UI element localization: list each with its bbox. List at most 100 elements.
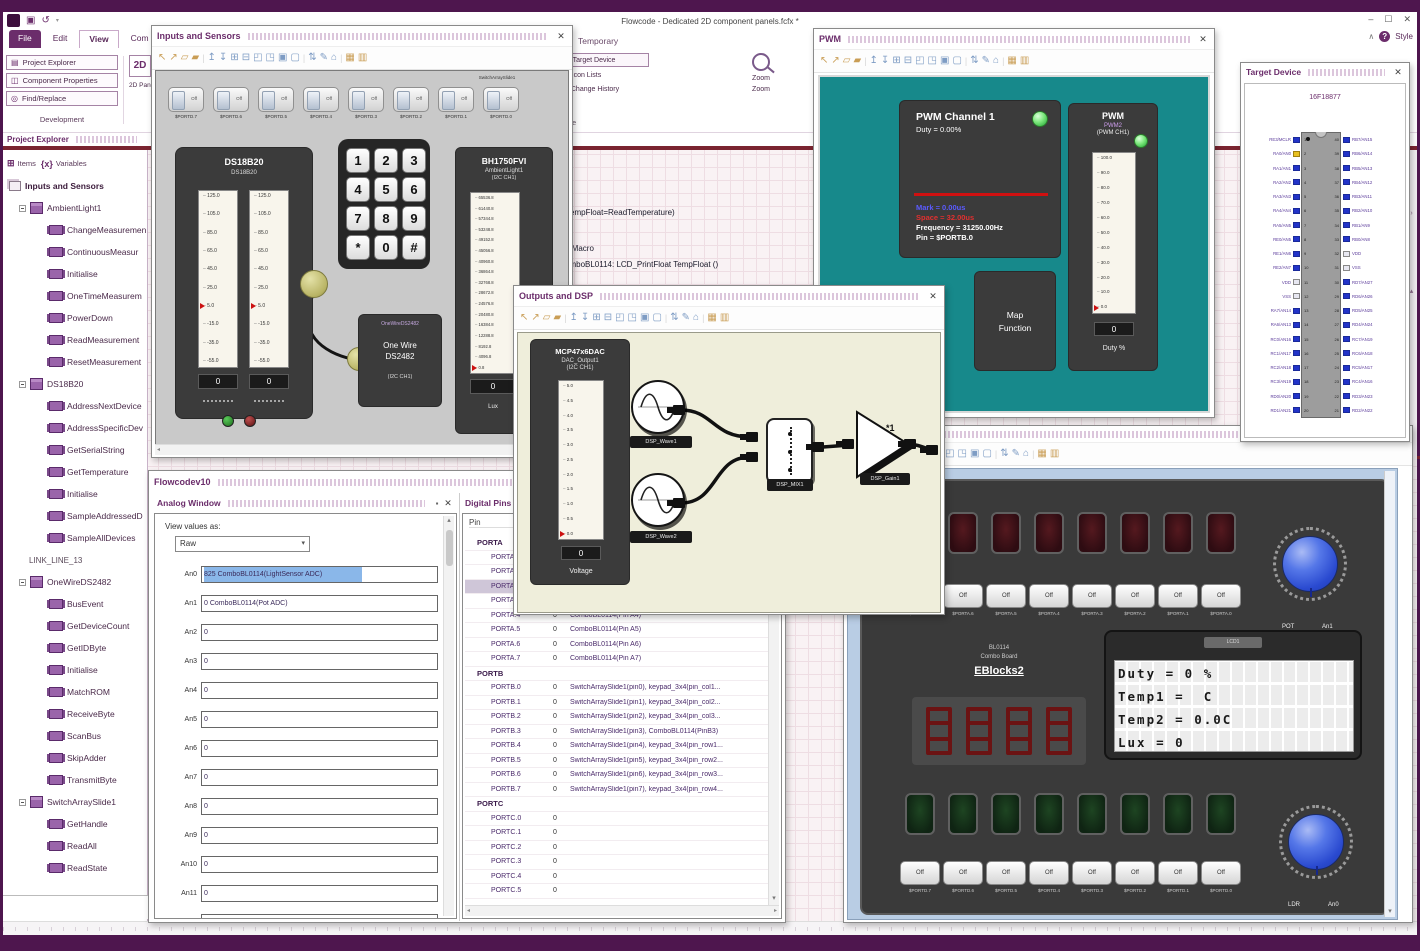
tree-item[interactable]: ReceiveByte [5, 703, 147, 725]
toolbar-icon[interactable]: | [702, 313, 704, 323]
toolbar-icon[interactable]: ◰ [945, 449, 954, 459]
toolbar-icon[interactable]: ⊟ [242, 53, 250, 63]
toolbar-icon[interactable]: ⊞ [230, 53, 238, 63]
tree-item[interactable]: ReadState [5, 857, 147, 879]
slide-switch[interactable]: Off [438, 87, 474, 112]
off-button[interactable]: Off [1201, 861, 1241, 885]
tree-item[interactable]: ReadMeasurement [5, 329, 147, 351]
tree-item[interactable]: SampleAddressedD [5, 505, 147, 527]
expand-icon[interactable] [19, 204, 26, 212]
toolbar-icon[interactable]: ⌂ [1023, 449, 1029, 459]
tree-item[interactable]: GetTemperature [5, 461, 147, 483]
run-indicator-icon[interactable] [222, 415, 234, 427]
zoom-dropdown[interactable]: Zoom [741, 75, 781, 82]
chip-pin[interactable]: 35 RB2/AN10 [1332, 207, 1406, 214]
digital-pin-row[interactable]: PORTB.6 0 SwitchArraySlide1(pin6), keypa… [465, 768, 768, 783]
toolbar-icon[interactable]: ⇅ [1000, 449, 1008, 459]
off-button[interactable]: Off [1201, 584, 1241, 608]
digital-pin-row[interactable]: PORTC.5 0 [465, 884, 768, 899]
toolbar-icon[interactable]: | [665, 313, 667, 323]
digital-pin-row[interactable]: PORTB.7 0 SwitchArraySlide1(pin7), keypa… [465, 783, 768, 797]
tree-item[interactable]: ContinuousMeasur [5, 241, 147, 263]
keypad-key[interactable]: 9 [402, 206, 426, 231]
chip-pin[interactable]: RC3/AN19 18 [1247, 378, 1311, 385]
off-button[interactable]: Off [1029, 584, 1069, 608]
keypad-key[interactable]: 1 [346, 148, 370, 173]
chip-pin[interactable]: RA2/AN2 4 [1247, 179, 1311, 186]
toolbar-icon[interactable]: ▥ [1020, 56, 1029, 66]
keypad-key[interactable]: 6 [402, 177, 426, 202]
toolbar-icon[interactable]: ▣ [278, 53, 287, 63]
analog-value-field[interactable]: 0 [201, 914, 438, 918]
toolbar-icon[interactable]: ▦ [707, 313, 716, 323]
tree-item[interactable]: GetSerialString [5, 439, 147, 461]
toolbar-icon[interactable]: ⇅ [670, 313, 678, 323]
close-icon[interactable]: ✕ [1197, 34, 1209, 45]
digital-pin-row[interactable]: PORTB.4 0 SwitchArraySlide1(pin4), keypa… [465, 739, 768, 754]
digital-pin-row[interactable]: PORTC [465, 797, 768, 812]
collapse-ribbon-icon[interactable]: ∧ [1368, 32, 1374, 41]
digital-pin-row[interactable]: PORTB.0 0 SwitchArraySlide1(pin0), keypa… [465, 681, 768, 696]
toolbar-icon[interactable]: ◳ [928, 56, 937, 66]
toolbar-icon[interactable]: ⇅ [970, 56, 978, 66]
chip-pin[interactable]: 38 RB5/AN13 [1332, 165, 1406, 172]
digital-pin-row[interactable]: PORTA.6 0 ComboBL0114(Pin A6) [465, 638, 768, 652]
tree-item[interactable]: MatchROM [5, 681, 147, 703]
ribbon-tab[interactable]: File [9, 30, 41, 48]
keypad-key[interactable]: 3 [402, 148, 426, 173]
keypad-key[interactable]: 0 [374, 235, 398, 260]
style-button[interactable]: Style [1395, 32, 1413, 41]
slide-switch[interactable]: Off [168, 87, 204, 112]
tree-item[interactable]: GetDeviceCount [5, 615, 147, 637]
chip-pin[interactable]: RC1/AN17 16 [1247, 350, 1311, 357]
off-button[interactable]: Off [1158, 861, 1198, 885]
tree-item[interactable]: ChangeMeasuremen [5, 219, 147, 241]
tree-item[interactable]: GetHandle [5, 813, 147, 835]
tree-item[interactable]: LINK_LINE_13 [5, 549, 147, 571]
scale-marker[interactable] [560, 531, 565, 537]
keypad-key[interactable]: 8 [374, 206, 398, 231]
tree-item[interactable]: SkipAdder [5, 747, 147, 769]
toolbar-icon[interactable]: ⊞ [892, 56, 900, 66]
off-button[interactable]: Off [943, 584, 983, 608]
zoom-icon[interactable] [752, 53, 770, 71]
toolbar-icon[interactable]: ▱ [843, 56, 851, 66]
analog-titlebar[interactable]: Analog Window ▪ ✕ [152, 493, 459, 513]
toolbar-icon[interactable]: | [1002, 56, 1004, 66]
toolbar-icon[interactable]: ▢ [952, 56, 961, 66]
panels-2d-button[interactable]: 2D [129, 55, 151, 77]
digital-pin-row[interactable]: PORTB.1 0 SwitchArraySlide1(pin1), keypa… [465, 696, 768, 710]
toolbar-icon[interactable]: ▢ [982, 449, 991, 459]
chip-pin[interactable]: 37 RB4/AN12 [1332, 179, 1406, 186]
analog-value-field[interactable]: 0 [201, 711, 438, 728]
minimize-button[interactable]: – [1368, 14, 1373, 25]
off-button[interactable]: Off [943, 861, 983, 885]
digital-pin-row[interactable]: PORTA.7 0 ComboBL0114(Pin A7) [465, 652, 768, 667]
pwm-window-titlebar[interactable]: PWM ✕ [814, 29, 1214, 49]
chip-pin[interactable]: 22 RD3/AN23 [1332, 393, 1406, 400]
inputs-hscrollbar[interactable]: ◂▸ [155, 444, 569, 455]
analog-value-field[interactable]: 0 [201, 798, 438, 815]
toolbar-icon[interactable]: ✎ [682, 313, 690, 323]
keypad-key[interactable]: * [346, 235, 370, 260]
toolbar-icon[interactable]: | [303, 53, 305, 63]
chip-pin[interactable]: 34 RB1/AN9 [1332, 222, 1406, 229]
toolbar-icon[interactable]: ↖ [820, 56, 828, 66]
toolbar-icon[interactable]: ◰ [253, 53, 262, 63]
off-button[interactable]: Off [1029, 861, 1069, 885]
scale-marker[interactable] [251, 303, 256, 309]
chip-pin[interactable]: 33 RB0/AN8 [1332, 236, 1406, 243]
ldr-knob[interactable] [1279, 805, 1353, 879]
slide-switch[interactable]: Off [348, 87, 384, 112]
digital-pin-row[interactable]: PORTA.5 0 ComboBL0114(Pin A5) [465, 623, 768, 638]
voltage-scale[interactable]: 5.0 4.5 4.0 3.5 3.0 2.5 2.0 1.5 1.0 0.5 0.0 [558, 380, 604, 540]
slide-switch[interactable]: Off [213, 87, 249, 112]
analog-value-field[interactable]: 825 ComboBL0114(LightSensor ADC) [201, 566, 438, 583]
temperature-value-1[interactable]: 0 [198, 374, 238, 389]
tree-item[interactable]: AmbientLight1 [5, 197, 147, 219]
ribbon-tab[interactable]: Edit [44, 30, 77, 48]
duty-scale[interactable]: 100.0 90.0 80.0 70.0 60.0 50.0 40.0 30.0 20.0 10.… [1092, 152, 1136, 314]
maximize-button[interactable]: ☐ [1384, 14, 1392, 25]
analog-value-field[interactable]: 0 [201, 769, 438, 786]
tree-item[interactable]: ScanBus [5, 725, 147, 747]
